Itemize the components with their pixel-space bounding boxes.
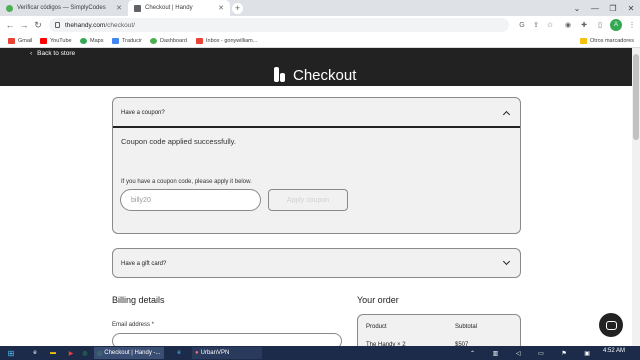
scrollbar-thumb[interactable] xyxy=(633,54,639,140)
apply-coupon-button[interactable]: Apply coupon xyxy=(268,189,348,211)
network-icon[interactable]: ▥ xyxy=(493,350,499,357)
back-to-store-link[interactable]: ‹ Back to store xyxy=(30,50,75,57)
close-window-button[interactable]: ✕ xyxy=(622,0,640,16)
bookmark-dashboard[interactable]: Dashboard xyxy=(150,36,187,45)
system-tray[interactable]: ⌃ ▥ ◁ ▭ ⚑ ▣ xyxy=(470,347,590,359)
back-nav-icon[interactable]: ← xyxy=(4,19,16,31)
dashboard-icon xyxy=(150,37,157,44)
bookmark-translate[interactable]: Traducir xyxy=(112,36,142,45)
taskbar-item-label: Checkout | Handy -... xyxy=(104,350,161,356)
gmail-icon xyxy=(196,37,203,44)
translate-icon xyxy=(112,37,119,44)
coupon-heading: Have a coupon? xyxy=(121,110,165,116)
gift-card-accordion[interactable]: Have a gift card? xyxy=(112,248,521,278)
display-icon[interactable]: ▣ xyxy=(584,350,590,357)
minimize-button[interactable]: — xyxy=(586,0,604,16)
bookmark-label: Maps xyxy=(90,37,104,44)
internet-explorer-icon[interactable]: e xyxy=(28,347,42,359)
column-header-product: Product xyxy=(366,324,387,330)
forward-nav-icon[interactable]: → xyxy=(18,19,30,31)
extension-vpn-icon[interactable]: ◉ xyxy=(562,19,574,31)
bookmark-label: Traducir xyxy=(122,37,142,44)
folder-icon xyxy=(580,37,587,44)
chrome-icon: ◎ xyxy=(97,350,103,357)
simplycodes-favicon-icon xyxy=(6,4,13,12)
new-tab-button[interactable]: + xyxy=(232,3,243,14)
billing-heading: Billing details xyxy=(112,295,165,305)
edge-taskbar-icon[interactable]: e xyxy=(172,347,186,359)
address-bar[interactable]: thehandy.com/checkout/ xyxy=(49,18,509,32)
extensions-puzzle-icon[interactable]: ✚ xyxy=(578,19,590,31)
bookmark-label: Gmail xyxy=(18,37,33,44)
bookmark-label: Dashboard xyxy=(160,37,187,44)
tab-title: Verificar códigos — SimplyCodes xyxy=(17,5,106,11)
share-icon[interactable]: ⇪ xyxy=(530,19,542,31)
bookmark-youtube[interactable]: YouTube xyxy=(40,36,72,45)
battery-icon[interactable]: ▭ xyxy=(538,350,544,357)
bookmark-star-icon[interactable]: ☆ xyxy=(544,19,556,31)
bookmark-label: YouTube xyxy=(50,37,72,44)
maximize-button[interactable]: ❐ xyxy=(604,0,622,16)
url-path: /checkout/ xyxy=(105,21,135,29)
chat-bubble-icon xyxy=(605,320,617,330)
flag-icon[interactable]: ⚑ xyxy=(561,350,566,357)
chevron-down-icon xyxy=(502,257,511,266)
coupon-success-message: Coupon code applied successfully. xyxy=(121,137,236,146)
side-panel-icon[interactable]: ▯ xyxy=(594,19,606,31)
coupon-code-input[interactable]: billy20 xyxy=(120,189,261,211)
coupon-accordion: Have a coupon? Coupon code applied succe… xyxy=(112,97,521,234)
bookmark-label: Otros marcadores xyxy=(590,37,635,44)
back-to-store-label: Back to store xyxy=(37,50,76,57)
close-tab-icon[interactable]: ✕ xyxy=(116,4,122,12)
maps-pin-icon xyxy=(80,37,87,44)
chrome-menu-icon[interactable]: ⋮ xyxy=(626,19,638,31)
profile-avatar[interactable]: A xyxy=(610,19,622,31)
file-explorer-icon[interactable]: ▬ xyxy=(46,347,60,359)
google-translate-icon[interactable]: G xyxy=(516,19,528,31)
taskbar-item-urbanvpn[interactable]: ● UrbanVPN xyxy=(192,347,262,359)
chat-button[interactable] xyxy=(599,313,623,337)
chrome-taskbar-icon[interactable]: ◎ xyxy=(78,347,92,359)
tab-checkout-handy[interactable]: Checkout | Handy ✕ xyxy=(128,0,230,16)
handy-favicon-icon xyxy=(134,4,141,12)
bookmark-label: Inbox - gonywilliam... xyxy=(206,37,258,44)
tab-search-icon[interactable]: ⌄ xyxy=(568,0,586,16)
media-player-icon[interactable]: ▶ xyxy=(64,347,78,359)
bookmark-maps[interactable]: Maps xyxy=(80,36,103,45)
close-tab-icon[interactable]: ✕ xyxy=(218,4,224,12)
coupon-toggle[interactable]: Have a coupon? xyxy=(113,98,520,128)
taskbar-item-checkout[interactable]: ◎ Checkout | Handy -... xyxy=(94,347,164,359)
youtube-icon xyxy=(40,37,47,44)
taskbar-clock[interactable]: 4:52 AM xyxy=(603,348,625,354)
order-heading: Your order xyxy=(357,295,399,305)
tab-title: Checkout | Handy xyxy=(145,5,193,11)
email-label: Email address * xyxy=(112,322,155,328)
tray-chevron-icon[interactable]: ⌃ xyxy=(470,350,475,357)
chevron-up-icon xyxy=(502,110,511,119)
coupon-hint: If you have a coupon code, please apply … xyxy=(121,179,252,185)
tab-simplycodes[interactable]: Verificar códigos — SimplyCodes ✕ xyxy=(0,0,128,16)
page-title: Checkout xyxy=(293,67,357,84)
gmail-icon xyxy=(8,37,15,44)
bookmark-gmail[interactable]: Gmail xyxy=(8,36,32,45)
bookmark-inbox[interactable]: Inbox - gonywilliam... xyxy=(196,36,257,45)
windows-start-icon[interactable]: ⊞ xyxy=(4,347,18,359)
taskbar-item-label: UrbanVPN xyxy=(200,350,230,356)
other-bookmarks[interactable]: Otros marcadores xyxy=(580,36,634,45)
column-header-subtotal: Subtotal xyxy=(455,324,478,330)
chevron-left-icon: ‹ xyxy=(30,50,33,57)
gift-card-heading: Have a gift card? xyxy=(121,261,167,267)
lock-icon[interactable] xyxy=(55,22,60,28)
urbanvpn-icon: ● xyxy=(195,350,199,356)
volume-icon[interactable]: ◁ xyxy=(516,350,521,357)
reload-icon[interactable]: ↻ xyxy=(32,19,44,31)
url-domain: thehandy.com xyxy=(65,21,106,29)
